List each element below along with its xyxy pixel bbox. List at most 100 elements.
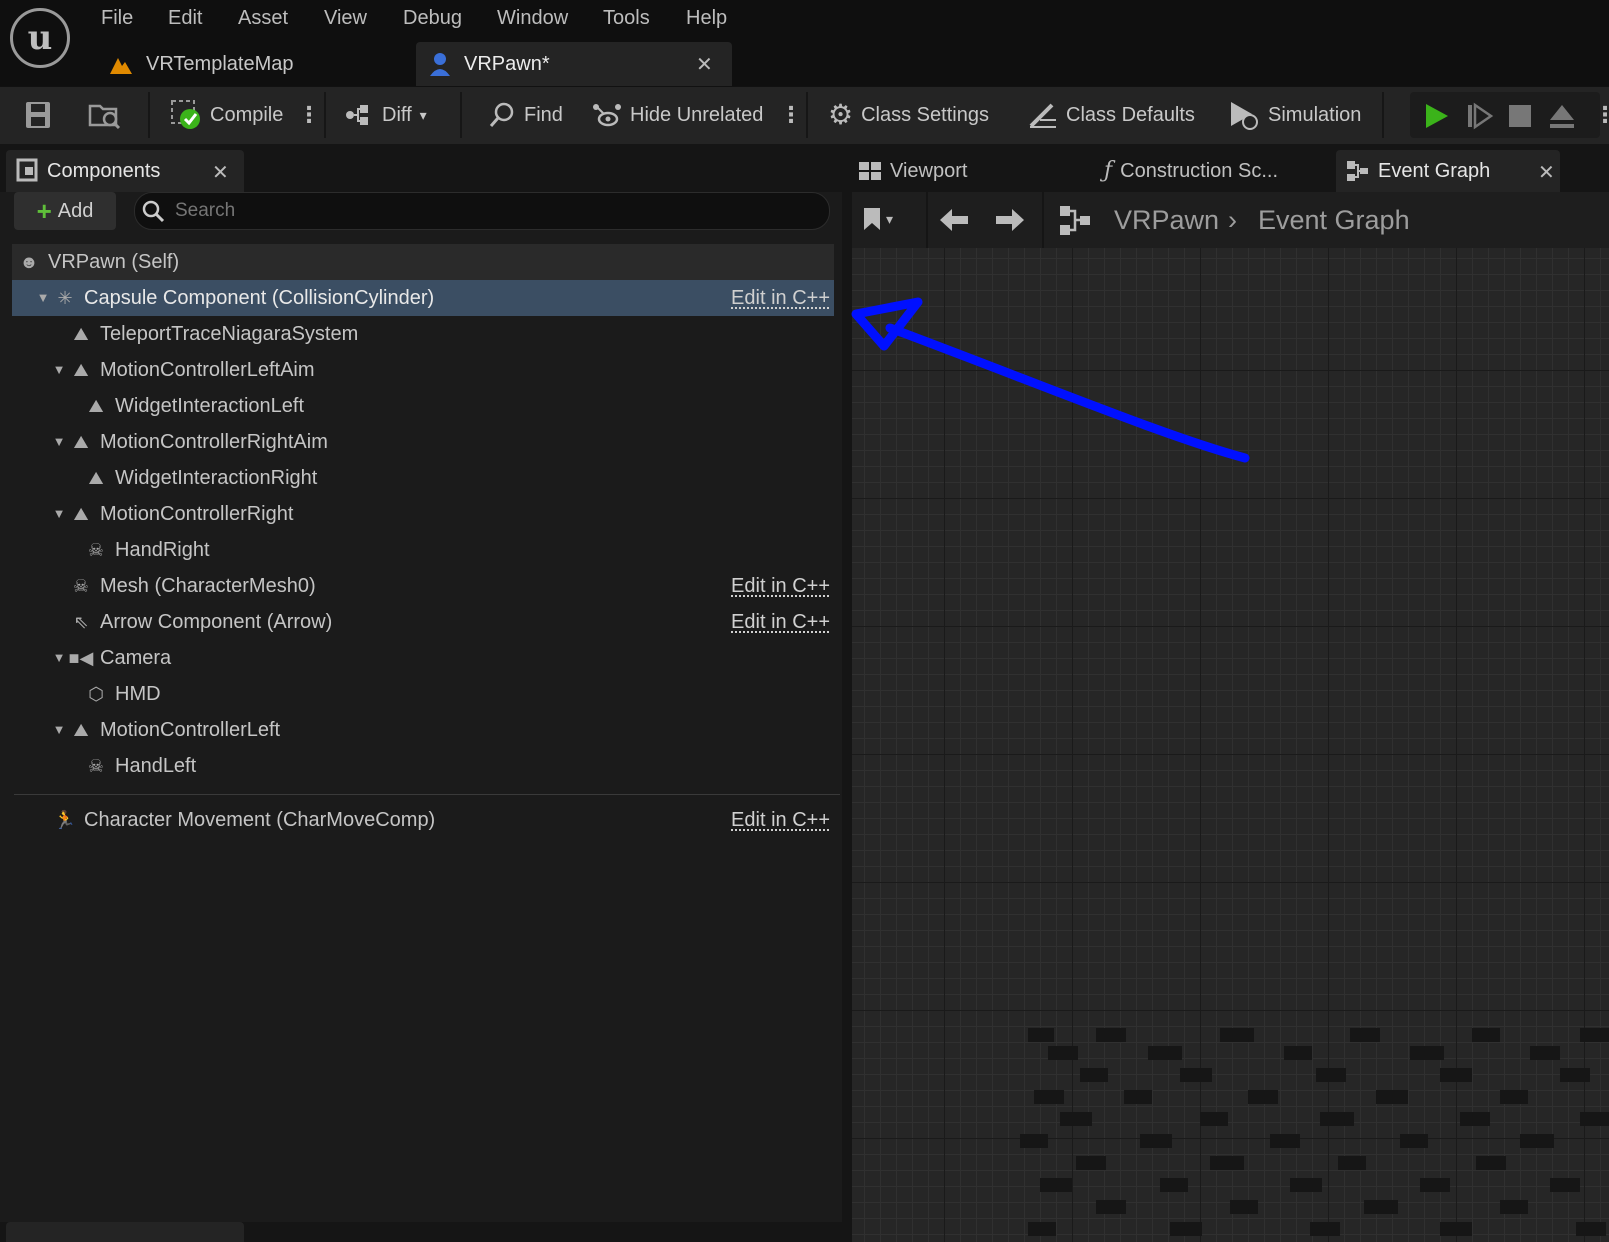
- chevron-down-icon: ▾: [886, 210, 894, 227]
- expand-caret-icon[interactable]: ▼: [52, 424, 66, 460]
- simulation-button[interactable]: Simulation: [1228, 86, 1361, 144]
- tree-row-teleport-trace[interactable]: ⛰ TeleportTraceNiagaraSystem: [12, 316, 834, 352]
- compile-options-icon[interactable]: ⋮: [298, 86, 320, 144]
- stop-icon[interactable]: [1508, 104, 1532, 133]
- class-settings-label: Class Settings: [861, 104, 989, 126]
- toolbar-separator: [1382, 92, 1384, 138]
- tree-label: MotionControllerLeft: [100, 719, 281, 741]
- expand-caret-icon[interactable]: ▼: [52, 496, 66, 532]
- tree-label: TeleportTraceNiagaraSystem: [100, 323, 359, 345]
- tab-label: Construction Sc...: [1120, 160, 1278, 182]
- tree-row-mc-right[interactable]: ▼ ⛰ MotionControllerRight: [12, 496, 834, 532]
- tab-construction-script[interactable]: ƒ Construction Sc...: [1104, 150, 1278, 192]
- search-input[interactable]: [173, 199, 797, 223]
- tab-vrtemplatemap[interactable]: VRTemplateMap: [146, 42, 293, 86]
- edit-in-cpp-link[interactable]: Edit in C++: [731, 568, 830, 604]
- components-tab-label: Components: [47, 160, 161, 182]
- scene-component-icon: ⛰: [88, 396, 104, 416]
- tree-row-arrow-component[interactable]: ⇖ Arrow Component (Arrow) Edit in C++: [12, 604, 834, 640]
- menu-debug[interactable]: Debug: [403, 4, 462, 32]
- tree-row-hmd[interactable]: ⬡ HMD: [12, 676, 834, 712]
- diff-button[interactable]: Diff ▾: [344, 86, 427, 144]
- compile-icon: [171, 100, 200, 129]
- tab-event-graph-label: Event Graph: [1346, 150, 1490, 192]
- annotation-arrow: [851, 297, 1250, 463]
- bookmark-button[interactable]: ▾: [862, 206, 893, 232]
- components-tree: ☻ VRPawn (Self) ▼ ✳ Capsule Component (C…: [12, 244, 834, 784]
- menu-asset[interactable]: Asset: [238, 4, 288, 32]
- play-options-icon[interactable]: ⋮: [1594, 86, 1609, 144]
- tree-row-vrpawn-self[interactable]: ☻ VRPawn (Self): [12, 244, 834, 280]
- back-arrow-icon[interactable]: [938, 206, 970, 239]
- tree-row-character-movement[interactable]: 🏃 Character Movement (CharMoveComp) Edit…: [12, 802, 834, 838]
- toolbar-separator: [148, 92, 150, 138]
- play-icon[interactable]: [1422, 102, 1450, 135]
- tree-row-camera[interactable]: ▼ ■◀ Camera: [12, 640, 834, 676]
- tree-row-mc-right-aim[interactable]: ▼ ⛰ MotionControllerRightAim: [12, 424, 834, 460]
- search-icon: [142, 200, 165, 223]
- find-button[interactable]: Find: [488, 86, 563, 144]
- step-icon[interactable]: [1466, 102, 1494, 135]
- viewport-icon: [859, 162, 881, 180]
- toolbar-separator: [324, 92, 326, 138]
- tree-label: Mesh (CharacterMesh0): [100, 575, 316, 597]
- pawn-icon: ☻: [19, 252, 39, 272]
- class-defaults-label: Class Defaults: [1066, 104, 1195, 126]
- tree-label: MotionControllerRightAim: [100, 431, 328, 453]
- hide-unrelated-button[interactable]: Hide Unrelated: [592, 86, 763, 144]
- menu-edit[interactable]: Edit: [168, 4, 202, 32]
- edit-in-cpp-link[interactable]: Edit in C++: [731, 280, 830, 316]
- edit-in-cpp-link[interactable]: Edit in C++: [731, 604, 830, 640]
- expand-caret-icon[interactable]: ▼: [36, 280, 50, 316]
- tree-label: Arrow Component (Arrow): [100, 611, 333, 633]
- tree-row-hand-right[interactable]: ☠ HandRight: [12, 532, 834, 568]
- expand-caret-icon[interactable]: ▼: [52, 640, 66, 676]
- menu-window[interactable]: Window: [497, 4, 568, 32]
- tree-label: VRPawn (Self): [48, 251, 180, 273]
- browse-asset-icon[interactable]: [88, 100, 122, 130]
- close-tab-icon[interactable]: ✕: [696, 52, 713, 77]
- close-event-graph-icon[interactable]: ✕: [1538, 160, 1555, 185]
- scene-component-icon: ⛰: [73, 324, 89, 344]
- diff-label: Diff: [382, 104, 412, 126]
- tab-label: Viewport: [890, 160, 968, 182]
- tree-row-hand-left[interactable]: ☠ HandLeft: [12, 748, 834, 784]
- tab-label: Event Graph: [1378, 160, 1491, 182]
- tree-row-mc-left[interactable]: ▼ ⛰ MotionControllerLeft: [12, 712, 834, 748]
- static-mesh-icon: ⬡: [88, 684, 104, 704]
- tree-row-capsule-component[interactable]: ▼ ✳ Capsule Component (CollisionCylinder…: [12, 280, 834, 316]
- close-components-icon[interactable]: ✕: [212, 160, 229, 185]
- tree-row-widget-interaction-left[interactable]: ⛰ WidgetInteractionLeft: [12, 388, 834, 424]
- tab-viewport[interactable]: Viewport: [858, 150, 967, 192]
- find-label: Find: [524, 104, 563, 126]
- expand-caret-icon[interactable]: ▼: [52, 712, 66, 748]
- add-component-button[interactable]: + Add: [14, 192, 116, 230]
- edit-in-cpp-link[interactable]: Edit in C++: [731, 802, 830, 838]
- save-icon[interactable]: [24, 100, 52, 130]
- compile-button[interactable]: Compile: [170, 86, 283, 144]
- eject-icon[interactable]: [1548, 102, 1576, 135]
- tree-label: HMD: [115, 683, 161, 705]
- bookmark-icon: [864, 208, 880, 230]
- tree-label: Capsule Component (CollisionCylinder): [84, 287, 435, 309]
- add-label: Add: [57, 199, 94, 222]
- skeletal-mesh-icon: ☠: [72, 576, 90, 596]
- tree-row-mc-left-aim[interactable]: ▼ ⛰ MotionControllerLeftAim: [12, 352, 834, 388]
- expand-caret-icon[interactable]: ▼: [52, 352, 66, 388]
- class-settings-button[interactable]: ⚙ Class Settings: [828, 86, 989, 144]
- scene-component-icon: ⛰: [88, 468, 104, 488]
- tree-row-widget-interaction-right[interactable]: ⛰ WidgetInteractionRight: [12, 460, 834, 496]
- scene-component-icon: ⛰: [73, 504, 89, 524]
- menu-tools[interactable]: Tools: [603, 4, 650, 32]
- breadcrumb-root[interactable]: VRPawn: [1114, 192, 1219, 248]
- capsule-icon: ✳: [57, 288, 73, 308]
- class-defaults-button[interactable]: Class Defaults: [1028, 86, 1195, 144]
- tree-row-mesh[interactable]: ☠ Mesh (CharacterMesh0) Edit in C++: [12, 568, 834, 604]
- menu-view[interactable]: View: [324, 4, 367, 32]
- forward-arrow-icon[interactable]: [994, 206, 1026, 239]
- scene-component-icon: ⛰: [73, 432, 89, 452]
- menu-help[interactable]: Help: [686, 4, 727, 32]
- find-options-icon[interactable]: ⋮: [780, 86, 802, 144]
- menu-file[interactable]: File: [101, 4, 133, 32]
- tab-my-blueprint[interactable]: [6, 1222, 244, 1242]
